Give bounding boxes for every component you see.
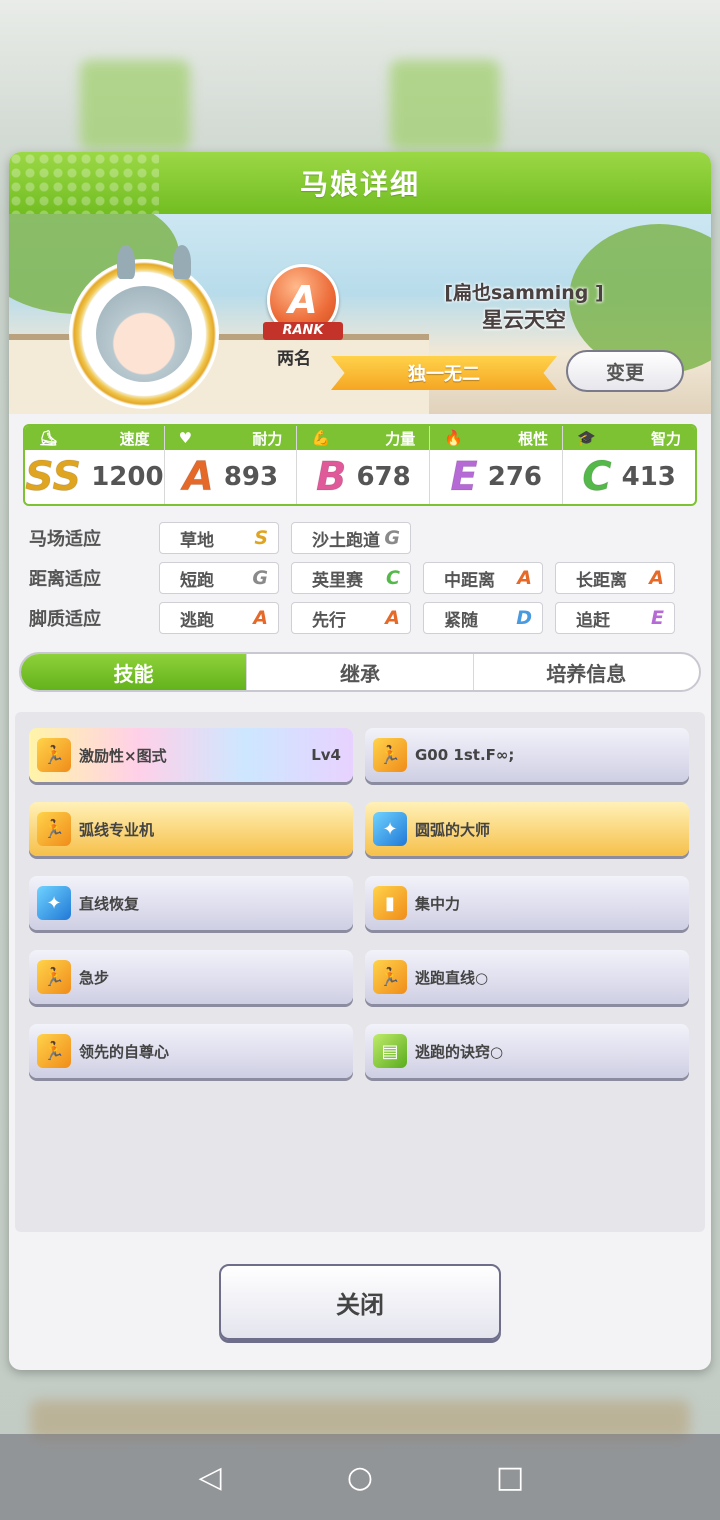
skill-item[interactable]: 🏃 领先的自尊心: [29, 1024, 353, 1078]
stat-speed: ⛸ 速度 SS 1200: [25, 426, 165, 504]
skill-item[interactable]: 🏃 G00 1st.F∞;: [365, 728, 689, 782]
aptitude-cell: 先行 A: [291, 602, 411, 634]
stat-value: 893: [223, 462, 279, 492]
skill-item[interactable]: ✦ 直线恢复: [29, 876, 353, 930]
stat-wisdom: 🎓 智力 C 413: [563, 426, 695, 504]
rank-label: 两名: [277, 349, 311, 369]
graduation-cap-icon: 🎓: [577, 429, 596, 447]
run-icon: 🏃: [37, 960, 71, 994]
recent-apps-icon[interactable]: □: [490, 1457, 530, 1497]
book-icon: ▤: [373, 1034, 407, 1068]
change-button[interactable]: 变更: [566, 350, 684, 392]
skill-item[interactable]: 🏃 弧线专业机: [29, 802, 353, 856]
aptitude-cell: 逃跑 A: [159, 602, 279, 634]
style-aptitude-label: 脚质适应: [29, 609, 101, 630]
dialog-title: 马娘详细: [299, 168, 420, 201]
aptitude-cell: 草地 S: [159, 522, 279, 554]
run-icon: 🏃: [37, 812, 71, 846]
run-icon: 🏃: [37, 738, 71, 772]
run-icon: 🏃: [37, 1034, 71, 1068]
stat-value: 678: [356, 462, 411, 492]
horse-portrait-avatar[interactable]: [69, 245, 219, 409]
tab-skills[interactable]: 技能: [21, 654, 248, 690]
sparkle-icon: ✦: [37, 886, 71, 920]
stat-grade: C: [582, 454, 612, 500]
shoe-icon: ⛸: [39, 429, 59, 447]
track-aptitude-row: 草地 S 沙土跑道 G: [159, 522, 411, 554]
stat-value: 276: [487, 462, 543, 492]
skills-list: 🏃 激励性×图式 Lv4 🏃 G00 1st.F∞; 🏃 弧线专业机 ✦ 圆弧的大师 ✦ 直…: [15, 712, 705, 1232]
aptitude-cell: 短跑 G: [159, 562, 279, 594]
fire-icon: 🔥: [444, 429, 463, 447]
stat-guts: 🔥 根性 E 276: [430, 426, 564, 504]
distance-aptitude-row: 短跑 G 英里赛 C 中距离 A 长距离 A: [159, 562, 675, 594]
detail-tabs: 技能 继承 培养信息: [19, 652, 701, 692]
blurred-background-panel: [390, 60, 500, 150]
skill-item[interactable]: 🏃 急步: [29, 950, 353, 1004]
tab-training-info[interactable]: 培养信息: [474, 654, 699, 690]
aptitude-cell: 英里赛 C: [291, 562, 411, 594]
portrait-face: [96, 286, 192, 382]
tab-inheritance[interactable]: 继承: [247, 654, 474, 690]
back-icon[interactable]: ◁: [190, 1457, 230, 1497]
run-icon: 🏃: [373, 738, 407, 772]
blurred-background-panel: [80, 60, 190, 150]
aptitude-cell: 沙土跑道 G: [291, 522, 411, 554]
stat-value: 413: [621, 462, 676, 492]
stat-grade: A: [182, 454, 214, 500]
style-aptitude-row: 逃跑 A 先行 A 紧随 D 追赶 E: [159, 602, 675, 634]
run-icon: 🏃: [373, 960, 407, 994]
gate-icon: ▮: [373, 886, 407, 920]
stat-grade: B: [315, 454, 347, 500]
trainer-name: [扁也samming ]: [444, 282, 604, 304]
aptitude-cell: 紧随 D: [423, 602, 543, 634]
close-button[interactable]: 关闭: [219, 1264, 501, 1340]
skill-item[interactable]: ▮ 集中力: [365, 876, 689, 930]
stat-power: 💪 力量 B 678: [297, 426, 431, 504]
skill-level: Lv4: [311, 746, 341, 764]
skill-item[interactable]: ▤ 逃跑的诀窍○: [365, 1024, 689, 1078]
horse-name: 星云天空: [482, 308, 566, 332]
muscle-icon: 💪: [311, 429, 331, 447]
rank-ribbon: RANK: [263, 322, 343, 340]
stat-stamina: ♥ 耐力 A 893: [164, 426, 298, 504]
skill-item[interactable]: 🏃 逃跑直线○: [365, 950, 689, 1004]
aptitude-cell: 中距离 A: [423, 562, 543, 594]
skill-item[interactable]: ✦ 圆弧的大师: [365, 802, 689, 856]
stats-panel: ⛸ 速度 SS 1200 ♥ 耐力 A 893 💪 力量 B 678 🔥 根性 E 276 🎓 智…: [23, 424, 697, 506]
home-icon[interactable]: ○: [340, 1457, 380, 1497]
skill-item[interactable]: 🏃 激励性×图式 Lv4: [29, 728, 353, 782]
sparkle-icon: ✦: [373, 812, 407, 846]
aptitude-cell: 追赶 E: [555, 602, 675, 634]
stat-grade: SS: [25, 454, 82, 500]
system-navigation-bar: ◁ ○ □: [0, 1434, 720, 1520]
distance-aptitude-label: 距离适应: [29, 569, 101, 590]
stat-value: 1200: [91, 462, 164, 492]
aptitude-cell: 长距离 A: [555, 562, 675, 594]
dialog-header: 马娘详细: [9, 152, 711, 214]
heart-icon: ♥: [178, 429, 193, 447]
horse-detail-dialog: 马娘详细 A RANK 两名 [扁也samming ] 星云天空 独一无二 变更…: [9, 152, 711, 1370]
stat-grade: E: [450, 454, 478, 500]
track-aptitude-label: 马场适应: [29, 529, 101, 550]
profile-banner: A RANK 两名 [扁也samming ] 星云天空 独一无二 变更: [9, 214, 711, 414]
epithet-banner: 独一无二: [331, 356, 557, 390]
